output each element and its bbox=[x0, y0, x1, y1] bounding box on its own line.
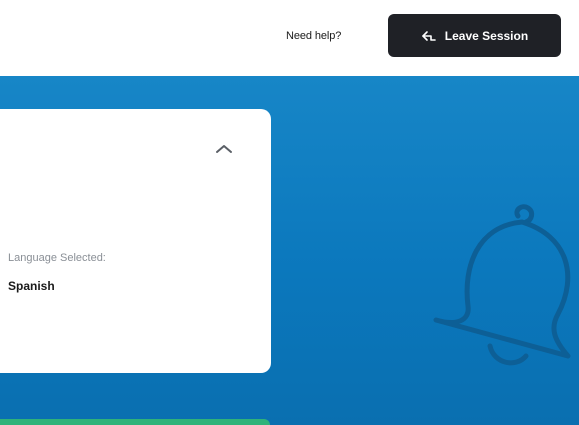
bell-icon bbox=[418, 196, 579, 381]
green-action-strip[interactable] bbox=[0, 419, 270, 425]
leave-arrow-icon bbox=[421, 30, 437, 42]
leave-session-button[interactable]: Leave Session bbox=[388, 14, 561, 57]
language-selected-value: Spanish bbox=[8, 279, 55, 293]
language-selected-label: Language Selected: bbox=[8, 252, 106, 264]
chevron-up-icon[interactable] bbox=[215, 142, 233, 160]
leave-session-label: Leave Session bbox=[444, 28, 529, 43]
need-help-link[interactable]: Need help? bbox=[286, 30, 341, 42]
language-card: Language Selected: Spanish bbox=[0, 109, 271, 373]
session-panel: Language Selected: Spanish bbox=[0, 76, 579, 425]
top-bar: Need help? Leave Session bbox=[0, 0, 579, 76]
